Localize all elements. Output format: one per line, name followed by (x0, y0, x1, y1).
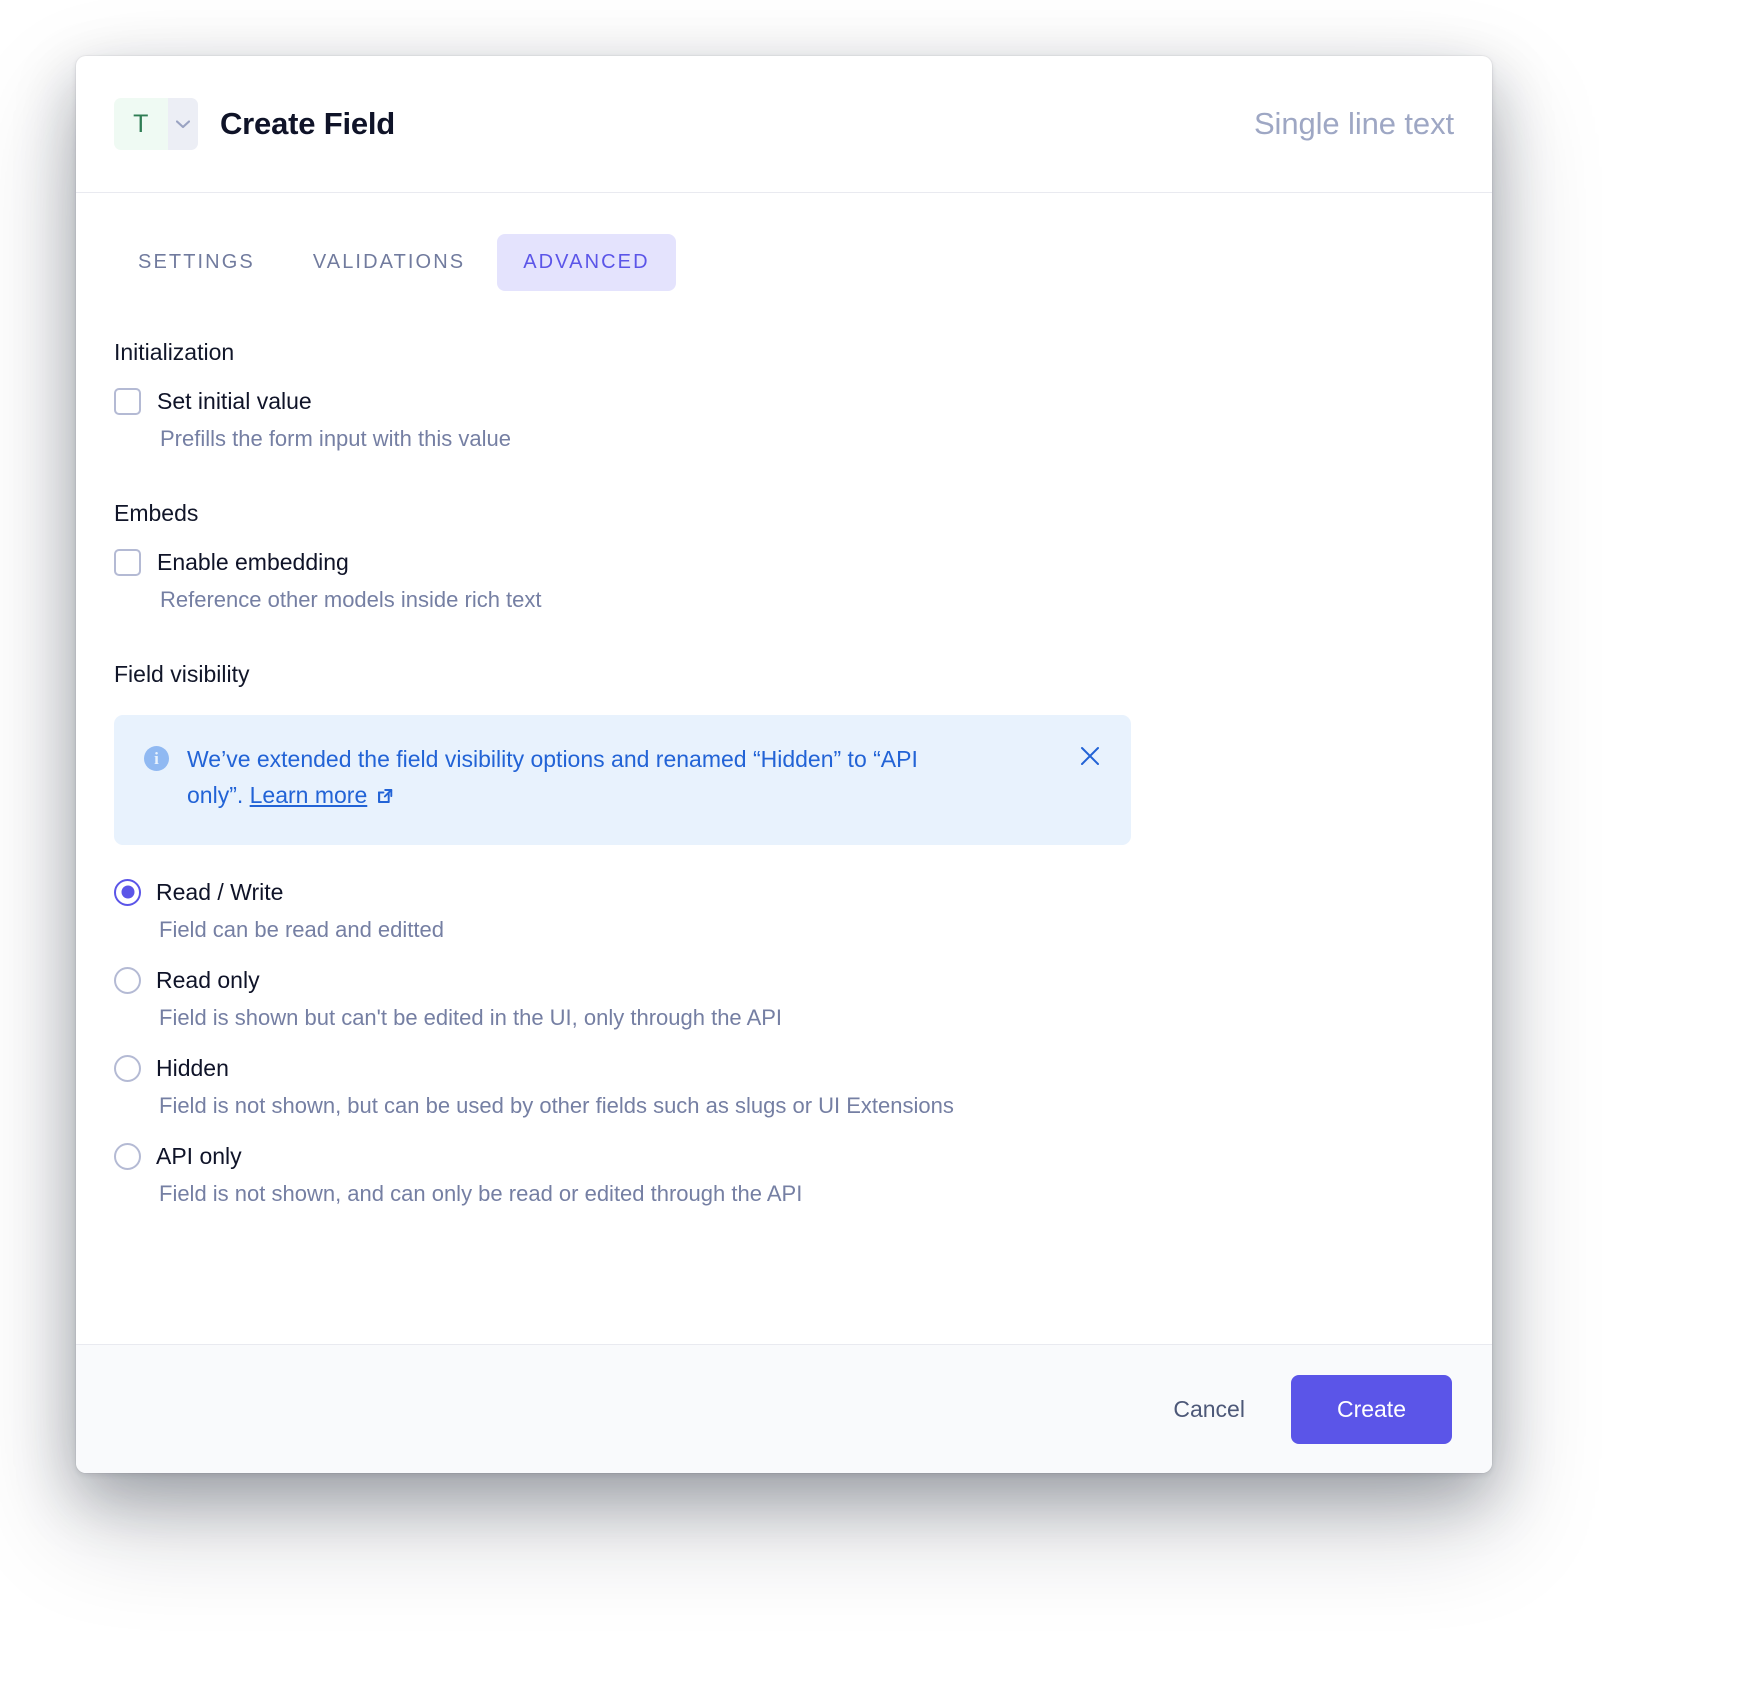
field-visibility-radio-group: Read / Write Field can be read and editt… (114, 879, 1454, 1207)
field-type-chip[interactable]: T (114, 98, 198, 150)
option-enable-embedding-description: Reference other models inside rich text (160, 587, 1454, 613)
radio-option-read-write: Read / Write Field can be read and editt… (114, 879, 1454, 943)
chevron-down-icon[interactable] (168, 98, 198, 150)
option-enable-embedding-label[interactable]: Enable embedding (157, 549, 349, 576)
tab-advanced[interactable]: Advanced (497, 234, 675, 291)
cancel-button[interactable]: Cancel (1151, 1378, 1267, 1441)
radio-hidden-label[interactable]: Hidden (156, 1055, 229, 1082)
tab-bar: Settings Validations Advanced (76, 193, 1492, 291)
tab-settings[interactable]: Settings (112, 234, 281, 291)
checkbox-enable-embedding[interactable] (114, 549, 141, 576)
radio-hidden[interactable] (114, 1055, 141, 1082)
section-heading-field-visibility: Field visibility (114, 661, 1454, 688)
radio-api-only[interactable] (114, 1143, 141, 1170)
radio-api-only-description: Field is not shown, and can only be read… (159, 1181, 1454, 1207)
radio-read-only[interactable] (114, 967, 141, 994)
checkbox-set-initial-value[interactable] (114, 388, 141, 415)
radio-option-read-only: Read only Field is shown but can't be ed… (114, 967, 1454, 1031)
tab-validations[interactable]: Validations (287, 234, 491, 291)
field-visibility-info-banner: i We’ve extended the field visibility op… (114, 715, 1131, 845)
option-set-initial-value: Set initial value Prefills the form inpu… (114, 388, 1454, 452)
radio-option-hidden-main: Hidden (114, 1055, 1454, 1082)
dialog-header: T Create Field Single line text (76, 56, 1492, 193)
field-type-name: Single line text (1254, 106, 1454, 142)
info-icon: i (144, 746, 169, 771)
radio-option-api-only-main: API only (114, 1143, 1454, 1170)
screen-root: T Create Field Single line text Settings… (0, 0, 1744, 1692)
radio-read-only-description: Field is shown but can't be edited in th… (159, 1005, 1454, 1031)
option-set-initial-value-description: Prefills the form input with this value (160, 426, 1454, 452)
radio-read-write-label[interactable]: Read / Write (156, 879, 283, 906)
radio-option-read-write-main: Read / Write (114, 879, 1454, 906)
dialog-footer: Cancel Create (76, 1344, 1492, 1473)
option-set-initial-value-main: Set initial value (114, 388, 1454, 415)
radio-option-api-only: API only Field is not shown, and can onl… (114, 1143, 1454, 1207)
radio-read-only-label[interactable]: Read only (156, 967, 260, 994)
text-field-type-icon: T (114, 98, 168, 150)
option-set-initial-value-label[interactable]: Set initial value (157, 388, 312, 415)
radio-option-hidden: Hidden Field is not shown, but can be us… (114, 1055, 1454, 1119)
radio-hidden-description: Field is not shown, but can be used by o… (159, 1093, 1454, 1119)
external-link-icon[interactable] (375, 780, 395, 816)
section-heading-initialization: Initialization (114, 339, 1454, 366)
create-button[interactable]: Create (1291, 1375, 1452, 1444)
page-title: Create Field (220, 106, 395, 142)
option-enable-embedding-main: Enable embedding (114, 549, 1454, 576)
section-heading-embeds: Embeds (114, 500, 1454, 527)
banner-message: We’ve extended the field visibility opti… (187, 741, 947, 817)
create-field-dialog: T Create Field Single line text Settings… (76, 56, 1492, 1473)
option-enable-embedding: Enable embedding Reference other models … (114, 549, 1454, 613)
radio-read-write[interactable] (114, 879, 141, 906)
radio-option-read-only-main: Read only (114, 967, 1454, 994)
close-icon[interactable] (1075, 741, 1105, 771)
dialog-body: Initialization Set initial value Prefill… (76, 291, 1492, 1344)
learn-more-link[interactable]: Learn more (250, 782, 368, 808)
radio-api-only-label[interactable]: API only (156, 1143, 242, 1170)
radio-read-write-description: Field can be read and editted (159, 917, 1454, 943)
